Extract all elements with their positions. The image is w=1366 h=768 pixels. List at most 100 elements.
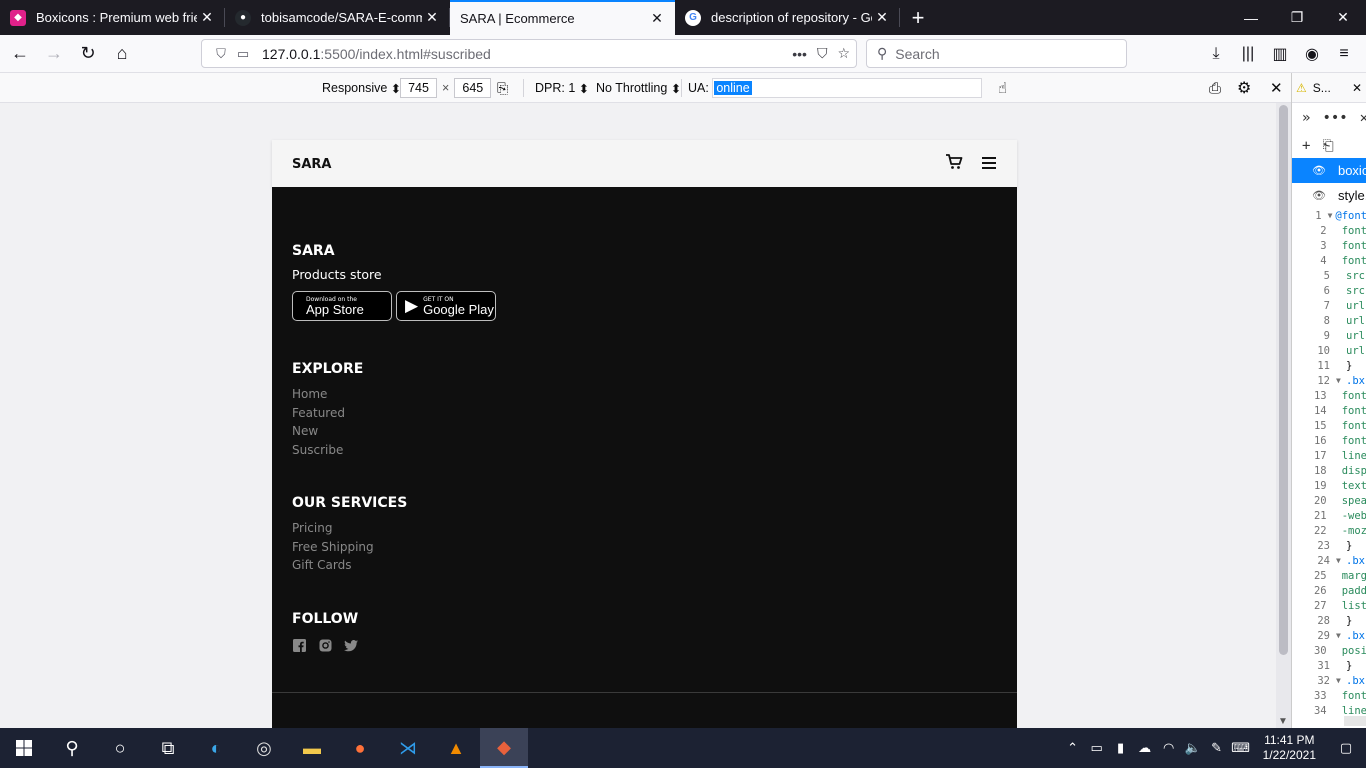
restore-icon[interactable]: ❐ bbox=[1274, 0, 1320, 35]
close-tab-icon[interactable]: ✕ bbox=[872, 8, 892, 28]
new-tab-button[interactable]: + bbox=[900, 0, 936, 35]
code-line: 19 text bbox=[1292, 478, 1366, 493]
search-input[interactable]: ⚲ Search bbox=[866, 39, 1127, 68]
battery-icon[interactable]: ▮ bbox=[1109, 740, 1133, 756]
url-bar[interactable]: ⛉ ▭ 127.0.0.1:5500/index.html#suscribed … bbox=[201, 39, 857, 68]
chevron-double-right-icon[interactable]: » bbox=[1302, 110, 1310, 126]
stylesheet-item[interactable]: 👁 boxicons bbox=[1292, 158, 1366, 183]
site-logo[interactable]: SARA bbox=[292, 157, 332, 172]
screenshot-icon[interactable]: ⎙ bbox=[1209, 73, 1221, 103]
css-source-editor[interactable]: 1 ▼ @font 2 font 3 font 4 font 5 src 6 src 7 url… bbox=[1292, 208, 1366, 718]
file-explorer-icon[interactable]: ▬ bbox=[288, 728, 336, 768]
close-icon[interactable]: ✕ bbox=[1360, 110, 1366, 126]
viewport-scrollbar[interactable]: ▼ bbox=[1276, 103, 1291, 728]
close-tab-icon[interactable]: ✕ bbox=[422, 8, 442, 28]
scrollbar-thumb[interactable] bbox=[1279, 105, 1288, 655]
bookmark-star-icon[interactable]: ☆ bbox=[837, 45, 850, 62]
footer-link-featured[interactable]: Featured bbox=[292, 404, 997, 423]
home-icon[interactable]: ⌂ bbox=[106, 38, 138, 70]
close-rdm-icon[interactable]: ✕ bbox=[1270, 73, 1283, 103]
network-device-icon[interactable]: ▭ bbox=[1085, 740, 1109, 756]
eye-icon[interactable]: 👁 bbox=[1312, 164, 1326, 177]
footer-link-free-shipping[interactable]: Free Shipping bbox=[292, 538, 997, 557]
page-info-icon[interactable]: ▭ bbox=[232, 46, 254, 62]
url-text[interactable]: 127.0.0.1:5500/index.html#suscribed bbox=[262, 46, 491, 62]
rotate-icon[interactable]: ⎘ bbox=[497, 73, 508, 103]
minimize-icon[interactable]: — bbox=[1228, 0, 1274, 35]
media-app-icon[interactable]: ◎ bbox=[240, 728, 288, 768]
tab-google-search[interactable]: G description of repository - Google Sea… bbox=[675, 0, 900, 35]
instagram-icon[interactable] bbox=[318, 639, 332, 653]
throttling-selector[interactable]: No Throttling ⬍ bbox=[596, 73, 681, 103]
fold-toggle-icon[interactable]: ▼ bbox=[1336, 556, 1346, 565]
keyboard-icon[interactable]: ⌨ bbox=[1229, 740, 1253, 756]
horizontal-scrollbar[interactable] bbox=[1344, 716, 1366, 726]
firefox-developer-icon[interactable]: ◆ bbox=[480, 728, 528, 768]
pen-icon[interactable]: ✎ bbox=[1205, 740, 1229, 756]
fold-toggle-icon[interactable]: ▼ bbox=[1328, 211, 1336, 220]
height-input[interactable]: 645 bbox=[454, 78, 492, 98]
dpr-selector[interactable]: DPR: 1 ⬍ bbox=[535, 73, 589, 103]
vscode-icon[interactable]: ⋊ bbox=[384, 728, 432, 768]
more-options-icon[interactable]: ••• bbox=[1322, 110, 1347, 126]
tab-sara-ecommerce[interactable]: SARA | Ecommerce ✕ bbox=[450, 0, 675, 35]
scroll-down-arrow-icon[interactable]: ▼ bbox=[1278, 716, 1288, 727]
ua-input[interactable]: online bbox=[712, 78, 983, 98]
footer-link-new[interactable]: New bbox=[292, 422, 997, 441]
tracking-shield-icon[interactable]: ⛉ bbox=[210, 46, 232, 62]
forward-icon[interactable]: → bbox=[38, 38, 70, 70]
reload-icon[interactable]: ↻ bbox=[72, 38, 104, 70]
clock[interactable]: 11:41 PM 1/22/2021 bbox=[1253, 733, 1326, 763]
close-tab-icon[interactable]: ✕ bbox=[647, 9, 667, 29]
google-play-badge[interactable]: ▶ GET IT ON Google Play bbox=[396, 291, 496, 321]
edge-icon[interactable]: ◐ bbox=[192, 728, 240, 768]
windows-start-icon[interactable] bbox=[0, 728, 48, 768]
twitter-icon[interactable] bbox=[344, 639, 358, 653]
account-icon[interactable]: ◉ bbox=[1296, 44, 1328, 64]
downloads-icon[interactable]: ⤓ bbox=[1200, 45, 1232, 63]
pocket-icon[interactable]: ⛉ bbox=[817, 45, 828, 62]
close-devtools-icon[interactable]: ✕ bbox=[1352, 81, 1362, 95]
cloud-icon[interactable]: ☁ bbox=[1133, 740, 1157, 756]
wifi-icon[interactable]: ◠ bbox=[1157, 740, 1181, 756]
fold-toggle-icon[interactable]: ▼ bbox=[1336, 631, 1346, 640]
add-stylesheet-icon[interactable]: + bbox=[1302, 138, 1310, 154]
tab-github[interactable]: ● tobisamcode/SARA-E-commerce ✕ bbox=[225, 0, 450, 35]
search-icon[interactable]: ⚲ bbox=[48, 728, 96, 768]
url-host: 127.0.0.1 bbox=[262, 45, 321, 62]
library-icon[interactable]: ||| bbox=[1232, 45, 1264, 63]
fold-toggle-icon[interactable]: ▼ bbox=[1336, 376, 1346, 385]
footer-link-gift-cards[interactable]: Gift Cards bbox=[292, 556, 997, 575]
task-view-icon[interactable]: ⧉ bbox=[144, 728, 192, 768]
width-input[interactable]: 745 bbox=[400, 78, 437, 98]
tab-boxicons[interactable]: ◆ Boxicons : Premium web friendly icons … bbox=[0, 0, 225, 35]
footer-link-pricing[interactable]: Pricing bbox=[292, 519, 997, 538]
fold-toggle-icon[interactable]: ▼ bbox=[1336, 676, 1346, 685]
close-tab-icon[interactable]: ✕ bbox=[197, 8, 217, 28]
touch-simulation-icon[interactable]: ☝ bbox=[998, 73, 1007, 103]
device-selector[interactable]: Responsive ⬍ bbox=[322, 73, 401, 103]
import-stylesheet-icon[interactable]: ⎗ bbox=[1322, 138, 1333, 154]
app-store-badge[interactable]: Download on the App Store bbox=[292, 291, 392, 321]
settings-gear-icon[interactable]: ⚙ bbox=[1237, 73, 1251, 103]
volume-icon[interactable]: 🔈 bbox=[1181, 740, 1205, 756]
page-actions-icon[interactable]: ••• bbox=[792, 46, 807, 62]
cart-icon[interactable] bbox=[945, 153, 963, 175]
notifications-icon[interactable]: ▢ bbox=[1326, 740, 1366, 756]
eye-icon[interactable]: 👁 bbox=[1312, 189, 1326, 202]
code-line: 29 ▼ .bx bbox=[1292, 628, 1366, 643]
devtools-tab-label[interactable]: S... bbox=[1313, 81, 1331, 95]
stylesheet-item[interactable]: 👁 style.css bbox=[1292, 183, 1366, 208]
footer-link-suscribe[interactable]: Suscribe bbox=[292, 441, 997, 460]
cortana-icon[interactable]: ○ bbox=[96, 728, 144, 768]
back-icon[interactable]: ← bbox=[4, 38, 36, 70]
footer-link-home[interactable]: Home bbox=[292, 385, 997, 404]
firefox-icon[interactable]: ● bbox=[336, 728, 384, 768]
vlc-icon[interactable]: ▲ bbox=[432, 728, 480, 768]
show-hidden-icons-icon[interactable]: ⌃ bbox=[1061, 740, 1085, 756]
facebook-icon[interactable] bbox=[292, 639, 306, 653]
menu-icon[interactable]: ≡ bbox=[1328, 45, 1360, 63]
hamburger-menu-icon[interactable] bbox=[981, 154, 997, 175]
sidebar-icon[interactable]: ▥ bbox=[1264, 44, 1296, 64]
close-window-icon[interactable]: ✕ bbox=[1320, 0, 1366, 35]
